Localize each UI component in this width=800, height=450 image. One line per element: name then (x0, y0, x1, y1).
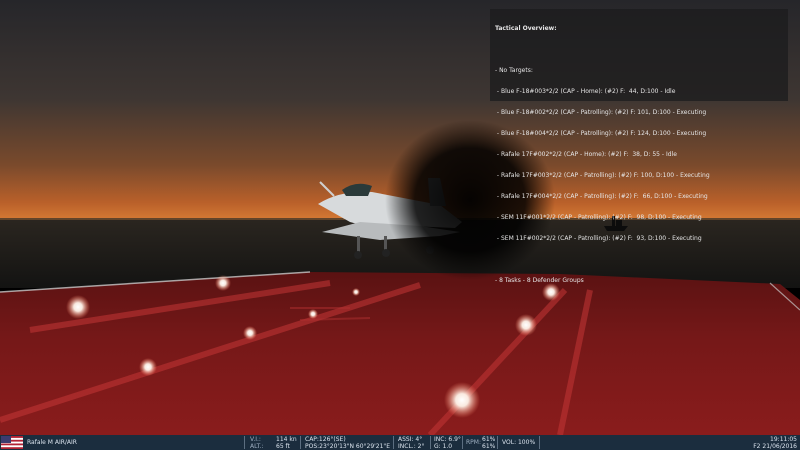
rpm-label: RPM: (466, 439, 481, 446)
position-readout: POS:23°20'13"N 60°29'21"E (305, 442, 390, 450)
carrier-deck (0, 272, 800, 435)
task-line: - Blue F-18#003*2/2 (CAP - Home): (#2) F… (495, 88, 676, 95)
task-line: - SEM 11F#001*2/2 (CAP - Patrolling): (#… (495, 214, 702, 221)
rpm-engine-2: 61% (482, 442, 496, 450)
volume-readout: VOL: 100% (502, 439, 536, 446)
task-line: - Rafale 17F#002*2/2 (CAP - Home): (#2) … (495, 151, 677, 158)
task-line: - Rafale 17F#004*2/2 (CAP - Patrolling):… (495, 193, 708, 200)
aircraft-label: Rafale M AIR/AIR (27, 439, 77, 446)
task-line: - SEM 11F#002*2/2 (CAP - Patrolling): (#… (495, 235, 702, 242)
inclination-readout: INCL.: 2° (398, 442, 425, 450)
sim-date: F2 21/06/2016 (753, 442, 797, 450)
alt-value: 65 ft (276, 442, 290, 450)
task-line: - Blue F-18#004*2/2 (CAP - Patrolling): … (495, 130, 707, 137)
no-targets-heading: - No Targets: (495, 67, 533, 74)
task-line: - Blue F-18#002*2/2 (CAP - Patrolling): … (495, 109, 707, 116)
tactical-overview-panel: Tactical Overview: - No Targets: - Blue … (490, 9, 788, 284)
task-summary: - 8 Tasks - 8 Defender Groups (495, 277, 584, 284)
us-flag-icon (1, 436, 23, 449)
status-bar: Rafale M AIR/AIR V.I.: 114 kn ALT.: 65 f… (0, 435, 800, 450)
tactical-overview-title: Tactical Overview: (495, 25, 557, 32)
g-load-readout: G: 1.0 (434, 442, 453, 450)
task-line: - Rafale 17F#003*2/2 (CAP - Patrolling):… (495, 172, 710, 179)
alt-label: ALT.: (250, 442, 264, 450)
